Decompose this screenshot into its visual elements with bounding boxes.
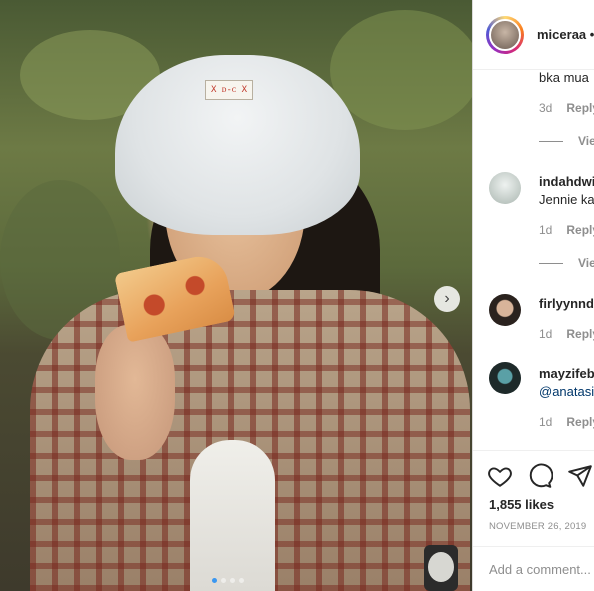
hat-label: X ᴅ-ᴄ X [205, 80, 253, 100]
white-tee [190, 440, 275, 591]
avatar[interactable] [489, 294, 521, 326]
comment-meta: 3d Reply [539, 101, 594, 115]
carousel-dot [239, 578, 244, 583]
likes-count[interactable]: 1,855 likes [489, 497, 554, 512]
post-actions: 1,855 likes NOVEMBER 26, 2019 [473, 450, 594, 546]
avatar[interactable] [489, 362, 521, 394]
comment-age: 1d [539, 415, 553, 429]
paper-plane-icon[interactable] [567, 463, 593, 489]
comment-mention[interactable]: @anatasi [539, 384, 594, 399]
post-username[interactable]: miceraa • [537, 27, 594, 42]
divider [539, 263, 563, 264]
comment-bubble-icon[interactable] [527, 463, 553, 489]
post-side-panel: miceraa • bka mua 3d Reply Vie indahdwi J… [472, 0, 594, 591]
divider [539, 141, 563, 142]
reply-button[interactable]: Reply [566, 223, 594, 237]
wristwatch-face [428, 552, 454, 582]
comment-age: 1d [539, 327, 553, 341]
avatar[interactable] [486, 16, 524, 54]
separator-dot: • [589, 27, 594, 42]
chevron-right-icon[interactable]: › [434, 286, 460, 312]
post-header: miceraa • [473, 0, 594, 70]
post-date: NOVEMBER 26, 2019 [489, 521, 587, 532]
username-text[interactable]: miceraa [537, 27, 586, 42]
comment-username[interactable]: mayzifeb [539, 366, 594, 381]
carousel-dot [230, 578, 235, 583]
comment-text: Jennie ka [539, 192, 594, 207]
reply-button[interactable]: Reply [566, 415, 594, 429]
reply-button[interactable]: Reply [566, 327, 594, 341]
carousel-dot [221, 578, 226, 583]
view-replies-button[interactable]: Vie [578, 256, 594, 270]
comment-username[interactable]: indahdwi [539, 174, 594, 189]
background-foliage [330, 10, 472, 130]
comment-age: 3d [539, 101, 553, 115]
comment-username[interactable]: firlyynnd [539, 296, 594, 311]
comment-text: bka mua [539, 70, 589, 85]
view-replies-button[interactable]: Vie [578, 134, 594, 148]
carousel-indicator [212, 578, 244, 583]
comment-meta: 1d Reply [539, 415, 594, 429]
comment-input[interactable] [489, 559, 594, 579]
comment-age: 1d [539, 223, 553, 237]
comments-list: bka mua 3d Reply Vie indahdwi Jennie ka 1… [473, 70, 594, 450]
hand [95, 325, 175, 460]
carousel-dot [212, 578, 217, 583]
comment-meta: 1d Reply [539, 223, 594, 237]
post-photo[interactable]: X ᴅ-ᴄ X › [0, 0, 472, 591]
reply-button[interactable]: Reply [566, 101, 594, 115]
heart-icon[interactable] [487, 463, 513, 489]
avatar[interactable] [489, 172, 521, 204]
add-comment-bar [473, 546, 594, 591]
comment-meta: 1d Reply [539, 327, 594, 341]
